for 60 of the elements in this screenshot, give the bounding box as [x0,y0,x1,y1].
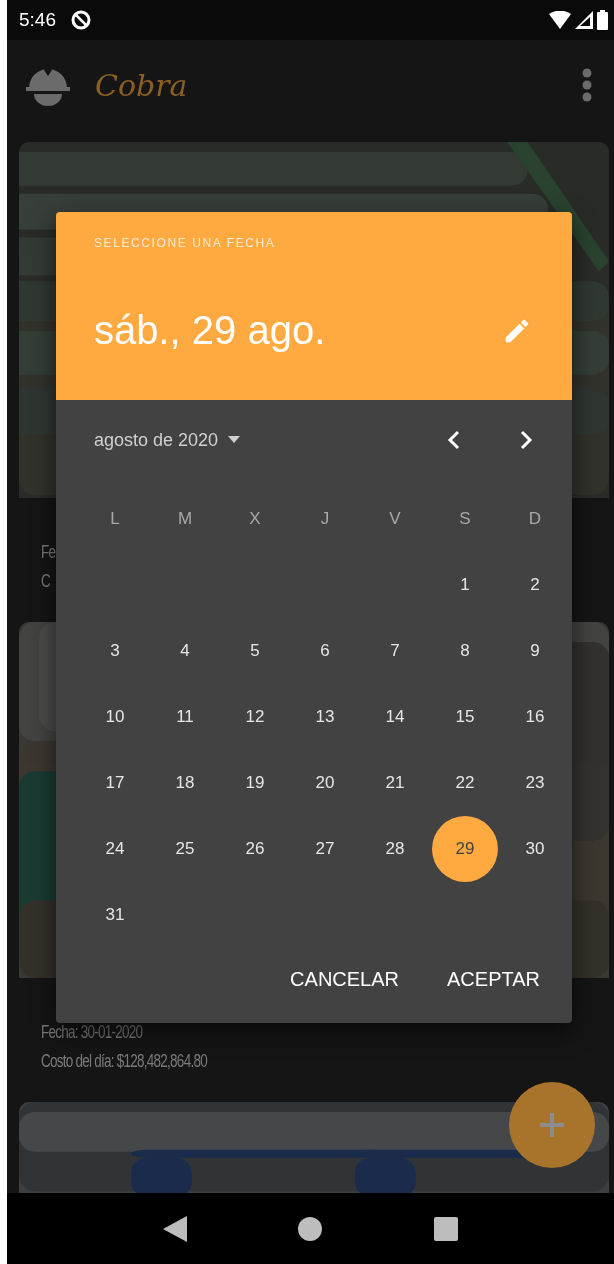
weekday-label: L [109,508,121,530]
back-icon[interactable] [162,1215,187,1242]
weekday-label: M [176,508,194,530]
wifi-icon [549,11,571,29]
selected-date: sáb., 29 ago. [94,308,326,353]
weekday-label: S [458,508,472,530]
do-not-disturb-icon [70,9,92,31]
card-text: C [41,571,50,592]
calendar-day[interactable]: 27 [292,816,358,882]
signal-icon [575,11,593,29]
calendar-day[interactable]: 15 [432,684,498,750]
calendar-day[interactable]: 3 [82,618,148,684]
calendar-day[interactable]: 13 [292,684,358,750]
app-title: Cobra [95,67,188,103]
card-text: Costo del día: $128,482,864.80 [41,1051,207,1072]
calendar-day[interactable]: 10 [82,684,148,750]
calendar-day[interactable]: 17 [82,750,148,816]
calendar-day[interactable]: 4 [152,618,218,684]
calendar-day[interactable]: 20 [292,750,358,816]
calendar-day[interactable]: 22 [432,750,498,816]
calendar-day[interactable]: 1 [432,552,498,618]
calendar-day[interactable]: 8 [432,618,498,684]
previous-month-icon[interactable] [446,430,460,450]
home-icon[interactable] [298,1216,323,1241]
battery-icon [597,10,608,30]
more-options-icon[interactable] [582,68,592,102]
calendar-day[interactable]: 30 [502,816,568,882]
calendar-day[interactable]: 16 [502,684,568,750]
weekday-label: V [388,508,402,530]
dialog-label: SELECCIONE UNA FECHA [94,236,277,250]
calendar-day[interactable]: 21 [362,750,428,816]
weekday-label: X [248,508,262,530]
calendar-day[interactable]: 25 [152,816,218,882]
card-text: Fecha: 30-01-2020 [41,1022,143,1043]
calendar-day[interactable]: 23 [502,750,568,816]
calendar-day[interactable]: 5 [222,618,288,684]
recents-icon[interactable] [434,1216,459,1241]
calendar-day[interactable]: 24 [82,816,148,882]
next-month-icon[interactable] [520,430,534,450]
calendar-day[interactable]: 26 [222,816,288,882]
calendar-day[interactable]: 14 [362,684,428,750]
calendar-day[interactable]: 6 [292,618,358,684]
calendar-day[interactable]: 29 [432,816,498,882]
card-text: Fe [41,542,56,563]
calendar-day[interactable]: 11 [152,684,218,750]
calendar-day[interactable]: 2 [502,552,568,618]
calendar-day[interactable]: 28 [362,816,428,882]
calendar-day[interactable]: 31 [82,882,148,948]
weekday-label: J [319,508,331,530]
weekday-label: D [527,508,543,530]
calendar-day[interactable]: 12 [222,684,288,750]
calendar-day[interactable]: 9 [502,618,568,684]
dialog-button[interactable]: CANCELAR [286,960,403,999]
calendar-day[interactable]: 19 [222,750,288,816]
dialog-button[interactable]: ACEPTAR [443,960,544,999]
calendar-day[interactable]: 7 [362,618,428,684]
calendar-day[interactable]: 18 [152,750,218,816]
status-time: 5:46 [19,9,56,31]
plus-icon [540,1113,564,1137]
month-selector[interactable]: agosto de 2020 [94,429,241,451]
